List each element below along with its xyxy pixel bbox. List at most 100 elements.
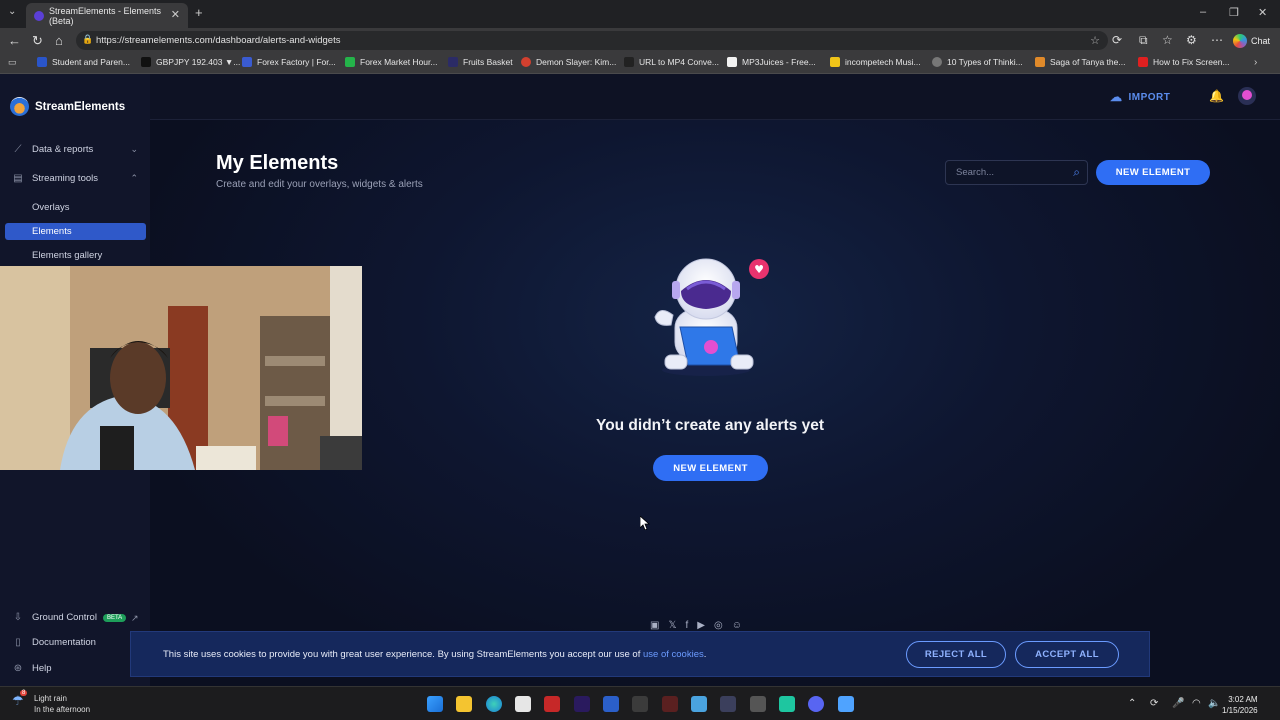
bookmark-item[interactable]: Demon Slayer: Kim... [521,57,616,67]
instagram-icon[interactable]: ◎ [714,620,723,631]
minimize-icon[interactable]: – [1200,6,1206,18]
word-icon[interactable] [603,696,619,712]
bookmark-item[interactable]: URL to MP4 Conve... [624,57,719,67]
accept-all-button[interactable]: ACCEPT ALL [1015,641,1119,668]
weather-badge: 8 [20,690,28,696]
new-element-button[interactable]: NEW ELEMENT [1096,160,1210,185]
bookmark-item[interactable]: MP3Juices - Free... [727,57,816,67]
webcam-video-feed [0,266,362,470]
lock-icon: 🔒 [82,34,94,44]
sync-icon[interactable]: ⟳ [1150,698,1158,709]
close-window-icon[interactable]: ✕ [1258,6,1267,19]
bookmark-item[interactable]: Fruits Basket [448,57,513,67]
profile-extension-icon[interactable]: ⚙ [1186,33,1197,47]
sidebar-item-data-reports[interactable]: ⟋ Data & reports [12,144,138,155]
youtube-icon[interactable]: ▶ [697,620,705,631]
bookmark-item[interactable]: Student and Paren... [37,57,130,67]
close-tab-icon[interactable]: ✕ [171,8,180,21]
sidebar-item-documentation[interactable]: ▯ Documentation [12,637,96,648]
bookmark-item[interactable]: incompetech Musi... [830,57,921,67]
new-tab-icon[interactable]: + [195,5,203,20]
twitch-icon[interactable]: ▣ [650,620,659,631]
webcam-overlay [0,266,362,470]
discord-taskbar-icon[interactable] [808,696,824,712]
refresh-icon[interactable]: ↻ [32,33,43,49]
discord-icon[interactable]: ☺ [732,620,742,631]
app-icon[interactable] [662,696,678,712]
app-icon[interactable] [691,696,707,712]
weather-widget[interactable]: ☂ 8 Light rain In the afternoon [12,690,90,715]
windows-start-icon[interactable] [427,696,443,712]
microphone-icon[interactable]: 🎤 [1172,698,1184,709]
mouse-cursor-icon [640,516,650,530]
tabs-icon[interactable]: ▭ [8,57,17,68]
home-icon[interactable]: ⌂ [55,33,63,48]
sidebar-item-help[interactable]: ⊛ Help [12,663,52,674]
external-link-icon[interactable]: ↗ [131,613,139,624]
mcafee-icon[interactable] [544,696,560,712]
sidebar-subitem-overlays[interactable]: Overlays [32,202,69,213]
facebook-icon[interactable]: f [686,620,689,631]
url-text: https://streamelements.com/dashboard/ale… [96,35,341,46]
cookie-banner: This site uses cookies to provide you wi… [130,631,1150,677]
maximize-icon[interactable]: ❐ [1229,6,1239,19]
bookmark-item[interactable]: Forex Market Hour... [345,57,437,67]
premiere-icon[interactable] [574,696,590,712]
favorites-icon[interactable]: ☆ [1162,33,1173,47]
notepad-icon[interactable] [838,696,854,712]
streamelements-favicon-icon [34,10,44,21]
app-icon[interactable] [632,696,648,712]
sidebar-item-ground-control[interactable]: ⇩ Ground Control BETA [12,612,127,623]
puzzle-icon[interactable]: ⧉ [1139,33,1148,48]
avatar[interactable] [1238,87,1256,105]
search-icon[interactable]: ⌕ [1073,165,1080,180]
url-bar[interactable]: 🔒 https://streamelements.com/dashboard/a… [76,31,1108,50]
x-icon[interactable]: 𝕏 [668,620,676,631]
bookmark-item[interactable]: How to Fix Screen... [1138,57,1230,67]
brand-logo[interactable]: StreamElements [10,97,125,116]
volume-icon[interactable]: 🔈 [1208,698,1220,709]
edge-browser-icon[interactable] [486,696,502,712]
file-explorer-icon[interactable] [456,696,472,712]
app-icon[interactable] [720,696,736,712]
copilot-chat-button[interactable]: Chat [1233,31,1270,50]
streamelements-logo-icon [10,97,29,116]
system-clock[interactable]: 3:02 AM 1/15/2026 [1222,694,1258,716]
import-button[interactable]: ☁ IMPORT [1110,90,1170,104]
chevron-up-icon[interactable]: ⌃ [1128,698,1136,709]
extensions-icon[interactable]: ⟳ [1112,33,1122,47]
bookmark-favicon-icon [521,57,531,67]
rain-cloud-icon: ☂ 8 [12,690,28,708]
favorite-star-icon[interactable]: ☆ [1090,34,1100,47]
sidebar-subitem-elements-gallery[interactable]: Elements gallery [32,250,102,261]
cookie-policy-link[interactable]: use of cookies [643,649,704,660]
sidebar-item-streaming-tools[interactable]: ▤ Streaming tools [12,173,98,184]
bookmark-item[interactable]: Saga of Tanya the... [1035,57,1125,67]
chart-line-icon: ⟋ [14,144,22,155]
bookmark-favicon-icon [448,57,458,67]
app-icon[interactable] [779,696,795,712]
browser-tab-bar: ⌄ StreamElements - Elements (Beta) ✕ + –… [0,0,1280,28]
back-icon[interactable]: ← [8,33,21,48]
bookmark-item[interactable]: 10 Types of Thinki... [932,57,1023,67]
store-icon[interactable] [515,696,531,712]
notifications-bell-icon[interactable]: 🔔 [1209,89,1224,103]
sidebar-subitem-elements[interactable]: Elements [32,226,72,237]
bookmark-favicon-icon [932,57,942,67]
brand-name: StreamElements [35,100,126,113]
search-input[interactable]: Search... ⌕ [945,160,1088,185]
wifi-icon[interactable]: ◠ [1192,698,1201,709]
bookmark-item[interactable]: Forex Factory | For... [242,57,336,67]
empty-new-element-button[interactable]: NEW ELEMENT [653,455,768,481]
tab-list-icon[interactable]: ⌄ [8,6,16,17]
svg-text:♥: ♥ [754,263,764,276]
chevron-up-icon[interactable]: ⌃ [130,173,138,184]
bookmark-favicon-icon [141,57,151,67]
calculator-icon[interactable] [750,696,766,712]
bookmark-item[interactable]: GBPJPY 192.403 ▼... [141,57,240,67]
chevron-right-icon[interactable]: › [1254,57,1257,68]
more-options-icon[interactable]: ⋯ [1211,33,1223,47]
reject-all-button[interactable]: REJECT ALL [906,641,1006,668]
browser-tab-active[interactable]: StreamElements - Elements (Beta) ✕ [26,3,188,28]
chevron-down-icon[interactable]: ⌄ [130,144,138,155]
